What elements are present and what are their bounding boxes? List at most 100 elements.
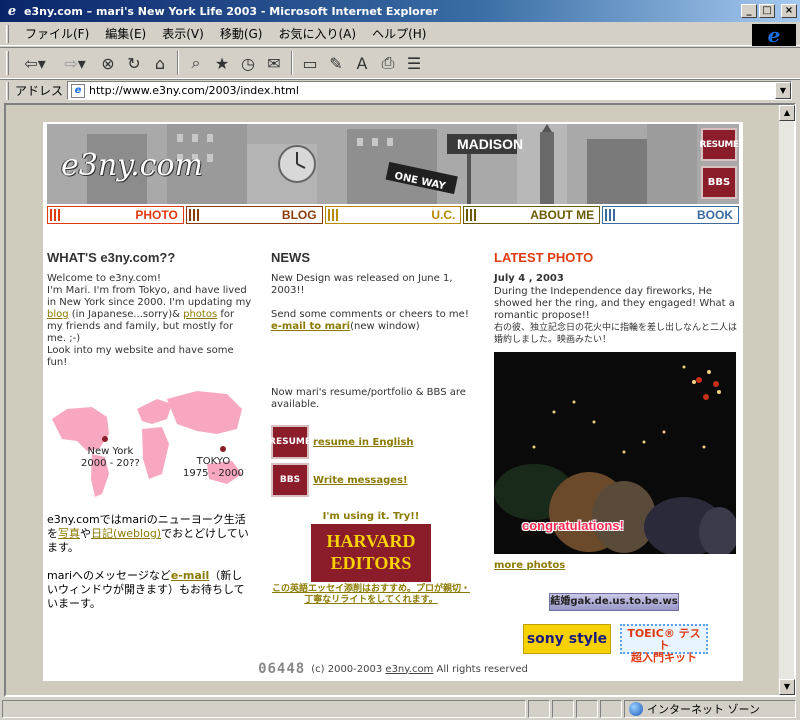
latest-photo-column: LATEST PHOTO July 4 , 2003 During the In… <box>494 250 740 571</box>
maximize-button[interactable]: □ <box>759 4 775 18</box>
forward-icon: ⇨ <box>64 53 78 73</box>
sony-style-banner[interactable]: sony style <box>523 624 611 654</box>
harvard-editors-banner[interactable]: HARVARD EDITORS <box>311 524 431 582</box>
print-button[interactable]: ⎙ <box>375 50 401 76</box>
fireworks-photo[interactable]: congratulations! <box>494 352 736 554</box>
back-icon: ⇦ <box>24 53 38 73</box>
menu-go[interactable]: 移動(G) <box>212 23 271 44</box>
home-icon: ⌂ <box>154 53 166 73</box>
status-cell-1 <box>528 700 550 718</box>
vertical-scrollbar[interactable]: ▲ ▼ <box>778 105 795 695</box>
history-button[interactable]: ◷ <box>235 50 261 76</box>
resume-icon-button[interactable]: RESUME <box>269 425 311 459</box>
status-cell-3 <box>576 700 598 718</box>
menu-file[interactable]: ファイル(F) <box>17 23 97 44</box>
map-ny-label: New York 2000 - 20?? <box>81 446 140 469</box>
favorites-button[interactable]: ★ <box>209 50 235 76</box>
search-button[interactable]: ⌕ <box>183 50 209 76</box>
nav-photo[interactable]: PHOTO <box>47 206 184 224</box>
photos-link[interactable]: photos <box>183 309 217 320</box>
jp-weblog-link[interactable]: (weblog) <box>113 527 161 540</box>
edit-button[interactable]: ✎ <box>323 50 349 76</box>
nav-blog[interactable]: BLOG <box>185 206 323 224</box>
nav-photo-label: PHOTO <box>135 208 178 222</box>
whats-intro: Welcome to e3ny.com! I'm Mari. I'm from … <box>47 273 252 368</box>
status-cell-2 <box>552 700 574 718</box>
menu-help[interactable]: ヘルプ(H) <box>364 23 434 44</box>
mail-button[interactable]: ✉ <box>261 50 287 76</box>
resume-english-link[interactable]: resume in English <box>313 437 414 448</box>
whats-heading: WHAT'S e3ny.com?? <box>47 250 176 265</box>
toeic-banner[interactable]: TOEIC® テスト 超入門キット <box>620 624 708 664</box>
blog-link[interactable]: blog <box>47 309 69 320</box>
nav-bars-icon <box>466 209 477 221</box>
nav-bars-icon <box>50 209 60 221</box>
refresh-button[interactable]: ↻ <box>121 50 147 76</box>
status-text <box>2 700 526 718</box>
refresh-icon: ↻ <box>127 53 141 73</box>
home-button[interactable]: ⌂ <box>147 50 173 76</box>
address-dropdown-button[interactable]: ▼ <box>775 82 791 99</box>
more-photos-link[interactable]: more photos <box>494 560 565 571</box>
harvard-description-link[interactable]: この英語エッセイ添削はおすすめ。プロが親切・丁寧なリライトをしてくれます。 <box>271 584 471 606</box>
jp-email-link[interactable]: e-mail <box>171 569 209 582</box>
address-input[interactable]: e http://www.e3ny.com/2003/index.html ▼ <box>67 81 792 100</box>
url-badge[interactable]: 結婚gak.de.us.to.be.ws <box>549 593 679 611</box>
news-column: NEWS New Design was released on June 1, … <box>269 250 471 606</box>
page-viewport: ▲ ▼ MADISON ONE WAY e3ny.com RESUME BBS … <box>4 103 796 697</box>
latest-photo-heading: LATEST PHOTO <box>494 250 594 265</box>
news-heading: NEWS <box>271 250 310 265</box>
jp-photo-link[interactable]: 写真 <box>58 527 80 540</box>
nav-uc[interactable]: U.C. <box>324 206 462 224</box>
news-item-3: Now mari's resume/portfolio & BBS are av… <box>271 387 466 410</box>
edit-icon: ✎ <box>329 53 343 73</box>
stop-button[interactable]: ⊗ <box>95 50 121 76</box>
menu-view[interactable]: 表示(V) <box>154 23 212 44</box>
bbs-banner-button[interactable]: BBS <box>701 166 737 199</box>
whats-column: WHAT'S e3ny.com?? Welcome to e3ny.com! I… <box>47 250 252 611</box>
fullscreen-icon: ▭ <box>302 53 318 73</box>
nav-uc-label: U.C. <box>431 208 456 222</box>
close-button[interactable]: × <box>781 4 797 18</box>
nav-book[interactable]: BOOK <box>602 206 739 224</box>
ie-page-icon: e <box>7 3 17 19</box>
photo-description-en: During the Independence day fireworks, H… <box>494 286 735 321</box>
write-messages-link[interactable]: Write messages! <box>313 475 408 486</box>
globe-icon <box>629 702 643 716</box>
nav-about-me[interactable]: ABOUT ME <box>463 206 601 224</box>
news-item-1: New Design was released on June 1, 2003!… <box>271 273 453 296</box>
footer-site-link[interactable]: e3ny.com <box>385 664 433 675</box>
address-label: アドレス <box>15 84 64 98</box>
minimize-button[interactable]: _ <box>741 4 757 18</box>
nav-blog-label: BLOG <box>281 208 317 222</box>
window-title: e3ny.com – mari's New York Life 2003 - M… <box>24 4 439 18</box>
menu-bar: ファイル(F) 編集(E) 表示(V) 移動(G) お気に入り(A) ヘルプ(H… <box>0 22 800 46</box>
nav-book-label: BOOK <box>696 208 733 222</box>
address-url[interactable]: http://www.e3ny.com/2003/index.html <box>89 84 299 97</box>
menu-favorites[interactable]: お気に入り(A) <box>270 23 364 44</box>
standard-toolbar: ⇦ ▾ ⇨ ▾ ⊗ ↻ ⌂ ⌕ ★ ◷ ✉ ▭ ✎ A ⎙ ☰ <box>0 47 800 79</box>
whats-jp-message: mariへのメッセージなどe-mail（新しいウィンドウが開きます）もお待ちして… <box>47 569 245 610</box>
font-size-button[interactable]: A <box>349 50 375 76</box>
search-icon: ⌕ <box>191 53 201 72</box>
bbs-icon-button[interactable]: BBS <box>271 463 309 497</box>
title-bar: e e3ny.com – mari's New York Life 2003 -… <box>0 0 800 22</box>
scroll-down-button[interactable]: ▼ <box>779 679 795 695</box>
forward-button[interactable]: ⇨ ▾ <box>55 50 95 76</box>
web-page: MADISON ONE WAY e3ny.com RESUME BBS PHOT… <box>43 122 743 681</box>
site-banner: MADISON ONE WAY e3ny.com RESUME BBS <box>47 124 739 204</box>
menu-edit[interactable]: 編集(E) <box>97 23 154 44</box>
jp-blog-link[interactable]: 日記 <box>91 527 113 540</box>
back-button[interactable]: ⇦ ▾ <box>15 50 55 76</box>
site-logo[interactable]: e3ny.com <box>61 148 203 183</box>
notes-button[interactable]: ☰ <box>401 50 427 76</box>
fullscreen-button[interactable]: ▭ <box>297 50 323 76</box>
font-icon: A <box>356 53 368 73</box>
world-map: New York 2000 - 20?? TOKYO 1975 - 2000 <box>47 379 252 509</box>
scroll-up-button[interactable]: ▲ <box>779 105 795 121</box>
congratulations-caption: congratulations! <box>522 518 624 533</box>
resume-banner-button[interactable]: RESUME <box>700 128 739 161</box>
status-cell-4 <box>600 700 622 718</box>
email-mari-link[interactable]: e-mail to mari <box>271 321 350 332</box>
page-footer: 06448 (c) 2000-2003 e3ny.com All rights … <box>43 661 743 677</box>
